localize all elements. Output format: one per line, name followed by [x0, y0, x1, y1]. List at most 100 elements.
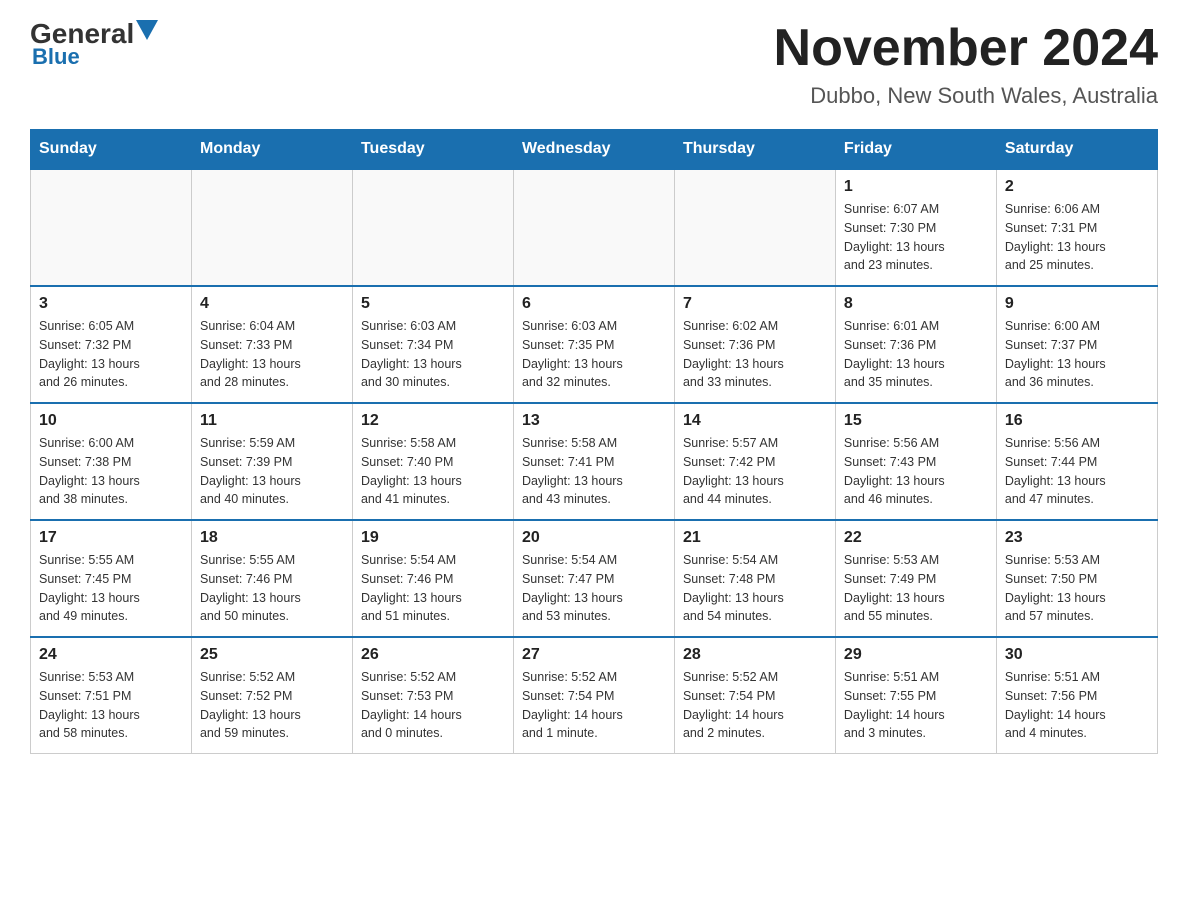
day-info: Sunrise: 5:52 AM Sunset: 7:53 PM Dayligh… — [361, 668, 505, 743]
header-tuesday: Tuesday — [352, 130, 513, 170]
calendar-header-row: Sunday Monday Tuesday Wednesday Thursday… — [31, 130, 1158, 170]
logo-triangle-icon — [136, 20, 158, 42]
day-info: Sunrise: 5:55 AM Sunset: 7:45 PM Dayligh… — [39, 551, 183, 626]
table-row: 23 Sunrise: 5:53 AM Sunset: 7:50 PM Dayli… — [996, 520, 1157, 637]
title-area: November 2024 Dubbo, New South Wales, Au… — [774, 20, 1158, 109]
calendar-week-row: 3 Sunrise: 6:05 AM Sunset: 7:32 PM Daylig… — [31, 286, 1158, 403]
calendar-week-row: 10Sunrise: 6:00 AM Sunset: 7:38 PM Dayli… — [31, 403, 1158, 520]
day-info: Sunrise: 6:02 AM Sunset: 7:36 PM Dayligh… — [683, 317, 827, 392]
table-row: 21Sunrise: 5:54 AM Sunset: 7:48 PM Dayli… — [674, 520, 835, 637]
table-row: 4Sunrise: 6:04 AM Sunset: 7:33 PM Daylig… — [191, 286, 352, 403]
day-number: 17 — [39, 529, 183, 547]
day-number: 30 — [1005, 646, 1149, 664]
header-monday: Monday — [191, 130, 352, 170]
day-number: 23 — [1005, 529, 1149, 547]
table-row: 13 Sunrise: 5:58 AM Sunset: 7:41 PM Dayli… — [513, 403, 674, 520]
day-number: 12 — [361, 412, 505, 430]
day-info: Sunrise: 6:04 AM Sunset: 7:33 PM Dayligh… — [200, 317, 344, 392]
day-number: 19 — [361, 529, 505, 547]
table-row: 24 Sunrise: 5:53 AM Sunset: 7:51 PM Dayli… — [31, 637, 192, 754]
day-number: 7 — [683, 295, 827, 313]
day-number: 20 — [522, 529, 666, 547]
day-info: Sunrise: 5:54 AM Sunset: 7:46 PM Dayligh… — [361, 551, 505, 626]
day-number: 18 — [200, 529, 344, 547]
day-number: 14 — [683, 412, 827, 430]
day-info: Sunrise: 5:51 AM Sunset: 7:55 PM Dayligh… — [844, 668, 988, 743]
table-row: 3 Sunrise: 6:05 AM Sunset: 7:32 PM Daylig… — [31, 286, 192, 403]
day-info: Sunrise: 5:52 AM Sunset: 7:54 PM Dayligh… — [522, 668, 666, 743]
day-number: 28 — [683, 646, 827, 664]
day-number: 3 — [39, 295, 183, 313]
table-row: 25 Sunrise: 5:52 AM Sunset: 7:52 PM Dayli… — [191, 637, 352, 754]
day-info: Sunrise: 5:51 AM Sunset: 7:56 PM Dayligh… — [1005, 668, 1149, 743]
day-info: Sunrise: 6:07 AM Sunset: 7:30 PM Dayligh… — [844, 200, 988, 275]
table-row: 6Sunrise: 6:03 AM Sunset: 7:35 PM Daylig… — [513, 286, 674, 403]
day-number: 29 — [844, 646, 988, 664]
day-info: Sunrise: 5:53 AM Sunset: 7:51 PM Dayligh… — [39, 668, 183, 743]
table-row: 26 Sunrise: 5:52 AM Sunset: 7:53 PM Dayli… — [352, 637, 513, 754]
calendar-week-row: 17 Sunrise: 5:55 AM Sunset: 7:45 PM Dayli… — [31, 520, 1158, 637]
day-info: Sunrise: 5:53 AM Sunset: 7:49 PM Dayligh… — [844, 551, 988, 626]
day-info: Sunrise: 5:54 AM Sunset: 7:47 PM Dayligh… — [522, 551, 666, 626]
table-row: 11Sunrise: 5:59 AM Sunset: 7:39 PM Dayli… — [191, 403, 352, 520]
day-info: Sunrise: 5:56 AM Sunset: 7:43 PM Dayligh… — [844, 434, 988, 509]
calendar-table: Sunday Monday Tuesday Wednesday Thursday… — [30, 129, 1158, 754]
main-title: November 2024 — [774, 20, 1158, 77]
table-row: 17 Sunrise: 5:55 AM Sunset: 7:45 PM Dayli… — [31, 520, 192, 637]
calendar-week-row: 1 Sunrise: 6:07 AM Sunset: 7:30 PM Daylig… — [31, 169, 1158, 286]
day-number: 9 — [1005, 295, 1149, 313]
table-row: 18 Sunrise: 5:55 AM Sunset: 7:46 PM Dayli… — [191, 520, 352, 637]
page-header: General Blue November 2024 Dubbo, New So… — [30, 20, 1158, 109]
header-saturday: Saturday — [996, 130, 1157, 170]
day-number: 22 — [844, 529, 988, 547]
day-number: 21 — [683, 529, 827, 547]
table-row: 20 Sunrise: 5:54 AM Sunset: 7:47 PM Dayli… — [513, 520, 674, 637]
calendar-week-row: 24 Sunrise: 5:53 AM Sunset: 7:51 PM Dayli… — [31, 637, 1158, 754]
header-sunday: Sunday — [31, 130, 192, 170]
day-info: Sunrise: 5:55 AM Sunset: 7:46 PM Dayligh… — [200, 551, 344, 626]
day-number: 5 — [361, 295, 505, 313]
table-row — [352, 169, 513, 286]
day-info: Sunrise: 6:00 AM Sunset: 7:37 PM Dayligh… — [1005, 317, 1149, 392]
table-row: 7 Sunrise: 6:02 AM Sunset: 7:36 PM Daylig… — [674, 286, 835, 403]
table-row: 12Sunrise: 5:58 AM Sunset: 7:40 PM Dayli… — [352, 403, 513, 520]
day-info: Sunrise: 5:52 AM Sunset: 7:54 PM Dayligh… — [683, 668, 827, 743]
day-number: 11 — [200, 412, 344, 430]
day-number: 27 — [522, 646, 666, 664]
day-number: 1 — [844, 178, 988, 196]
table-row: 30 Sunrise: 5:51 AM Sunset: 7:56 PM Dayli… — [996, 637, 1157, 754]
table-row: 28 Sunrise: 5:52 AM Sunset: 7:54 PM Dayli… — [674, 637, 835, 754]
table-row: 9 Sunrise: 6:00 AM Sunset: 7:37 PM Daylig… — [996, 286, 1157, 403]
day-info: Sunrise: 5:52 AM Sunset: 7:52 PM Dayligh… — [200, 668, 344, 743]
day-info: Sunrise: 5:58 AM Sunset: 7:41 PM Dayligh… — [522, 434, 666, 509]
header-friday: Friday — [835, 130, 996, 170]
logo: General Blue — [30, 20, 158, 70]
table-row — [31, 169, 192, 286]
day-info: Sunrise: 6:05 AM Sunset: 7:32 PM Dayligh… — [39, 317, 183, 392]
table-row: 8Sunrise: 6:01 AM Sunset: 7:36 PM Daylig… — [835, 286, 996, 403]
day-number: 26 — [361, 646, 505, 664]
table-row — [674, 169, 835, 286]
header-thursday: Thursday — [674, 130, 835, 170]
table-row: 2Sunrise: 6:06 AM Sunset: 7:31 PM Daylig… — [996, 169, 1157, 286]
header-wednesday: Wednesday — [513, 130, 674, 170]
day-number: 10 — [39, 412, 183, 430]
day-info: Sunrise: 5:53 AM Sunset: 7:50 PM Dayligh… — [1005, 551, 1149, 626]
day-number: 13 — [522, 412, 666, 430]
table-row: 19 Sunrise: 5:54 AM Sunset: 7:46 PM Dayli… — [352, 520, 513, 637]
logo-blue: Blue — [32, 44, 80, 70]
day-info: Sunrise: 5:56 AM Sunset: 7:44 PM Dayligh… — [1005, 434, 1149, 509]
day-number: 25 — [200, 646, 344, 664]
day-number: 24 — [39, 646, 183, 664]
table-row: 10Sunrise: 6:00 AM Sunset: 7:38 PM Dayli… — [31, 403, 192, 520]
table-row: 5 Sunrise: 6:03 AM Sunset: 7:34 PM Daylig… — [352, 286, 513, 403]
table-row: 27 Sunrise: 5:52 AM Sunset: 7:54 PM Dayli… — [513, 637, 674, 754]
table-row: 1 Sunrise: 6:07 AM Sunset: 7:30 PM Daylig… — [835, 169, 996, 286]
day-info: Sunrise: 6:01 AM Sunset: 7:36 PM Dayligh… — [844, 317, 988, 392]
day-number: 2 — [1005, 178, 1149, 196]
table-row: 29 Sunrise: 5:51 AM Sunset: 7:55 PM Dayli… — [835, 637, 996, 754]
day-info: Sunrise: 6:03 AM Sunset: 7:34 PM Dayligh… — [361, 317, 505, 392]
table-row: 16 Sunrise: 5:56 AM Sunset: 7:44 PM Dayli… — [996, 403, 1157, 520]
subtitle: Dubbo, New South Wales, Australia — [774, 83, 1158, 109]
day-number: 16 — [1005, 412, 1149, 430]
